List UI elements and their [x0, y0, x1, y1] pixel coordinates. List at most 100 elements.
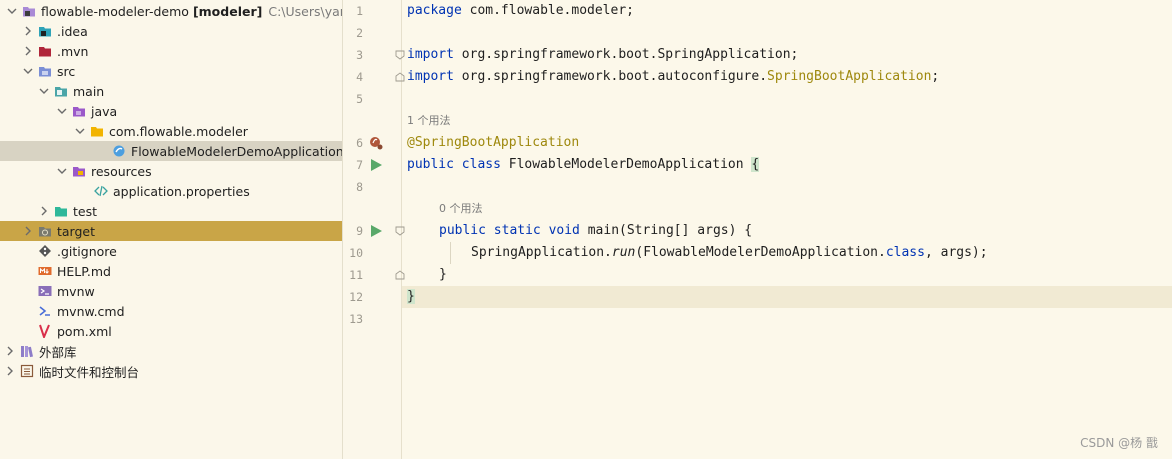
chevron-down-icon[interactable] [38, 85, 50, 97]
chevron-down-icon[interactable] [74, 125, 86, 137]
watermark: CSDN @杨 戬 [1080, 436, 1158, 450]
tree-root-name: flowable-modeler-demo [41, 3, 189, 19]
maven-file-icon [38, 324, 52, 338]
tree-item-resources[interactable]: resources [0, 161, 342, 181]
tree-item-label: java [91, 103, 118, 119]
chevron-right-icon[interactable] [22, 45, 34, 57]
line-number: 12 [349, 290, 363, 304]
line-number: 13 [349, 312, 363, 326]
tree-item-label: src [57, 63, 76, 79]
tree-item-label: 临时文件和控制台 [39, 364, 140, 380]
tree-item-target[interactable]: target [0, 221, 342, 241]
line-number: 11 [349, 268, 363, 282]
tree-item-label: application.properties [113, 183, 250, 199]
package-folder-icon [90, 124, 104, 138]
scratches-icon [20, 364, 34, 378]
tree-root[interactable]: flowable-modeler-demo [modeler] C:\Users… [0, 1, 342, 21]
cmd-script-icon [38, 304, 52, 318]
line-number: 9 [356, 224, 363, 238]
tree-item-label: HELP.md [57, 263, 111, 279]
spring-bean-icon[interactable] [369, 136, 383, 150]
line-number: 6 [356, 136, 363, 150]
properties-file-icon [94, 184, 108, 198]
code-line-7: public class FlowableModelerDemoApplicat… [407, 157, 760, 172]
module-folder-icon [22, 4, 36, 18]
resources-folder-icon [72, 164, 86, 178]
tree-item-pom-xml[interactable]: pom.xml [0, 321, 342, 341]
tree-item-label: main [73, 83, 105, 99]
tree-item-help-md[interactable]: HELP.md [0, 261, 342, 281]
tree-item-idea[interactable]: .idea [0, 21, 342, 41]
shell-script-icon [38, 284, 52, 298]
line-number: 3 [356, 48, 363, 62]
chevron-down-icon[interactable] [6, 5, 18, 17]
tree-item-gitignore[interactable]: .gitignore [0, 241, 342, 261]
usages-hint[interactable]: 1 个用法 [407, 110, 451, 132]
source-folder-icon [38, 64, 52, 78]
line-number: 10 [349, 246, 363, 260]
line-number: 8 [356, 180, 363, 194]
tree-item-main-class[interactable]: FlowableModelerDemoApplication [0, 141, 342, 161]
tree-item-mvnw[interactable]: mvnw [0, 281, 342, 301]
test-folder-icon [54, 204, 68, 218]
tree-item-src[interactable]: src [0, 61, 342, 81]
tree-item-label: .mvn [57, 43, 89, 59]
tree-item-mvn[interactable]: .mvn [0, 41, 342, 61]
maven-folder-icon [38, 44, 52, 58]
code-line-4: import org.springframework.boot.autoconf… [407, 69, 940, 84]
tree-item-external-libraries[interactable]: 外部库 [0, 341, 342, 361]
spring-class-icon [112, 144, 126, 158]
code-line-10: SpringApplication.run(FlowableModelerDem… [471, 245, 988, 260]
line-number: 1 [356, 4, 363, 18]
code-line-11: } [439, 267, 447, 282]
code-area[interactable]: package com.flowable.modeler; import org… [402, 0, 1172, 459]
line-number: 7 [356, 158, 363, 172]
tree-item-label: 外部库 [39, 344, 77, 360]
tree-item-label: resources [91, 163, 152, 179]
chevron-right-icon[interactable] [22, 225, 34, 237]
line-number: 2 [356, 26, 363, 40]
run-icon[interactable] [369, 158, 383, 172]
git-file-icon [38, 244, 52, 258]
tree-item-scratches[interactable]: 临时文件和控制台 [0, 361, 342, 381]
project-tree-panel: flowable-modeler-demo [modeler] C:\Users… [0, 0, 343, 459]
editor-gutter: 1 2 3 4 5 6 7 8 9 10 11 12 13 [343, 0, 405, 459]
run-icon[interactable] [369, 224, 383, 238]
code-line-3: import org.springframework.boot.SpringAp… [407, 47, 799, 62]
tree-item-label: pom.xml [57, 323, 112, 339]
chevron-down-icon[interactable] [56, 165, 68, 177]
code-line-9: public static void main(String[] args) { [439, 223, 753, 238]
tree-item-java[interactable]: java [0, 101, 342, 121]
code-line-1: package com.flowable.modeler; [407, 3, 634, 18]
folder-icon [38, 24, 52, 38]
line-number: 5 [356, 92, 363, 106]
tree-item-label: mvnw [57, 283, 95, 299]
tree-item-label: .gitignore [57, 243, 117, 259]
chevron-right-icon[interactable] [4, 345, 16, 357]
library-icon [20, 344, 34, 358]
chevron-right-icon[interactable] [38, 205, 50, 217]
tree-item-main[interactable]: main [0, 81, 342, 101]
tree-item-label: mvnw.cmd [57, 303, 125, 319]
chevron-down-icon[interactable] [56, 105, 68, 117]
chevron-right-icon[interactable] [4, 365, 16, 377]
tree-item-label: FlowableModelerDemoApplication [131, 143, 343, 159]
tree-item-label: .idea [57, 23, 88, 39]
tree-item-label: com.flowable.modeler [109, 123, 248, 139]
tree-item-mvnw-cmd[interactable]: mvnw.cmd [0, 301, 342, 321]
tree-item-properties[interactable]: application.properties [0, 181, 342, 201]
chevron-down-icon[interactable] [22, 65, 34, 77]
chevron-right-icon[interactable] [22, 25, 34, 37]
markdown-file-icon [38, 264, 52, 278]
code-line-12: } [402, 286, 1172, 308]
usages-hint[interactable]: 0 个用法 [439, 198, 483, 220]
line-number: 4 [356, 70, 363, 84]
tree-item-package[interactable]: com.flowable.modeler [0, 121, 342, 141]
folder-icon [54, 84, 68, 98]
code-line-6: @SpringBootApplication [407, 135, 580, 150]
tree-root-module: [modeler] [192, 3, 263, 19]
excluded-folder-icon [38, 224, 52, 238]
tree-item-test[interactable]: test [0, 201, 342, 221]
code-editor[interactable]: 1 2 3 4 5 6 7 8 9 10 11 12 13 package co… [343, 0, 1172, 459]
tree-item-label: target [57, 223, 96, 239]
